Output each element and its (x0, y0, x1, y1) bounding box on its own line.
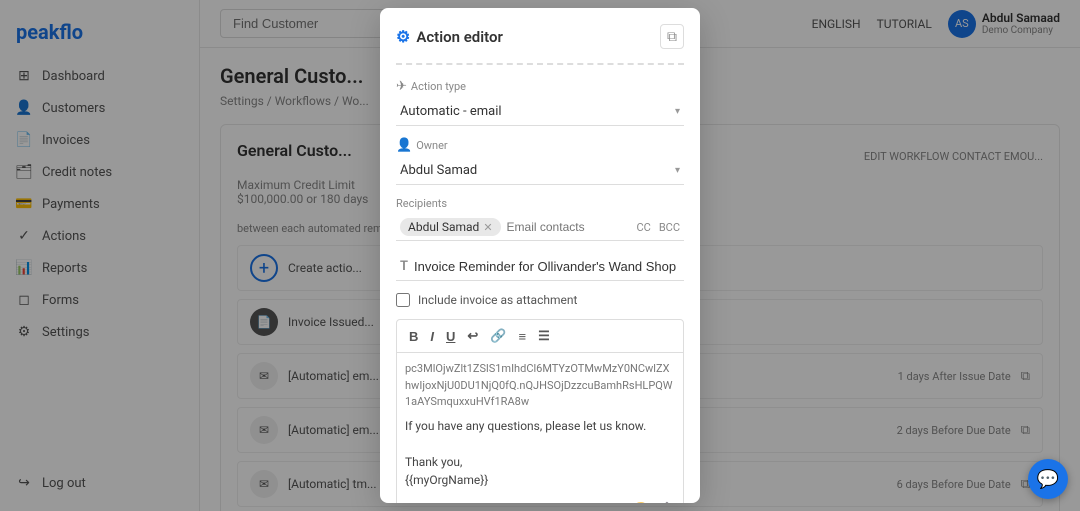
owner-value: Abdul Samad (400, 163, 477, 178)
editor-line1: If you have any questions, please let us… (405, 417, 675, 435)
editor-toolbar: B I U ↩ 🔗 ≡ ☰ (397, 320, 683, 353)
modal-header: ⚙ Action editor ⧉ (396, 24, 684, 49)
editor-footer: 😀 🤖 (397, 497, 683, 504)
email-editor: B I U ↩ 🔗 ≡ ☰ pc3MlOjwZlt1ZSlS1mIhdCl6MT… (396, 319, 684, 503)
chat-button[interactable]: 💬 (1028, 459, 1068, 499)
editor-body[interactable]: pc3MlOjwZlt1ZSlS1mIhdCl6MTYzOTMwMzY0NCwl… (397, 353, 683, 497)
recipients-group: Recipients Abdul Samad ✕ CC BCC (396, 197, 684, 241)
attachment-checkbox-row: Include invoice as attachment (396, 293, 684, 307)
bcc-button[interactable]: BCC (659, 221, 680, 234)
gif-button[interactable]: 🤖 (657, 501, 677, 504)
recipient-tag-label: Abdul Samad (408, 220, 479, 234)
modal-title-text: Action editor (416, 28, 503, 46)
editor-line3: {{myOrgName}} (405, 471, 675, 489)
ordered-list-button[interactable]: ☰ (534, 326, 554, 346)
bold-button[interactable]: B (405, 327, 422, 346)
recipients-label-text: Recipients (396, 197, 447, 210)
unordered-list-button[interactable]: ≡ (515, 327, 531, 346)
owner-select[interactable]: Abdul Samad ▾ (396, 157, 684, 185)
chevron-down-icon: ▾ (675, 165, 680, 176)
italic-button[interactable]: I (426, 327, 438, 346)
modal-title: ⚙ Action editor (396, 27, 503, 46)
emoji-button[interactable]: 😀 (631, 501, 651, 504)
owner-label: 👤 Owner (396, 138, 684, 153)
subject-input[interactable] (414, 259, 680, 274)
undo-button[interactable]: ↩ (463, 326, 482, 346)
encoded-text: pc3MlOjwZlt1ZSlS1mIhdCl6MTYzOTMwMzY0NCwl… (405, 361, 675, 411)
link-button[interactable]: 🔗 (486, 326, 510, 346)
cc-bcc-area: CC BCC (636, 221, 680, 234)
editor-line2: Thank you, (405, 453, 675, 471)
subject-row: T (396, 253, 684, 281)
recipients-row: Abdul Samad ✕ CC BCC (396, 214, 684, 241)
modal-overlay: ⚙ Action editor ⧉ ✈ Action type Automati… (0, 0, 1080, 511)
underline-button[interactable]: U (442, 327, 459, 346)
action-type-label-text: Action type (411, 80, 466, 93)
subject-t-icon: T (400, 259, 408, 274)
action-editor-icon: ⚙ (396, 27, 410, 46)
action-type-value: Automatic - email (400, 104, 502, 119)
owner-group: 👤 Owner Abdul Samad ▾ (396, 138, 684, 185)
owner-label-text: Owner (416, 139, 447, 152)
remove-recipient-btn[interactable]: ✕ (483, 221, 492, 234)
attachment-checkbox[interactable] (396, 293, 410, 307)
cc-button[interactable]: CC (636, 221, 650, 234)
action-editor-modal: ⚙ Action editor ⧉ ✈ Action type Automati… (380, 8, 700, 503)
recipients-label: Recipients (396, 197, 684, 210)
action-type-group: ✈ Action type Automatic - email ▾ (396, 79, 684, 126)
modal-copy-button[interactable]: ⧉ (660, 24, 684, 49)
send-icon: ✈ (396, 79, 407, 94)
recipients-input[interactable] (507, 220, 631, 234)
action-type-select[interactable]: Automatic - email ▾ (396, 98, 684, 126)
chevron-down-icon: ▾ (675, 106, 680, 117)
user-icon: 👤 (396, 138, 412, 153)
recipient-tag: Abdul Samad ✕ (400, 218, 501, 236)
modal-divider (396, 63, 684, 65)
attachment-label: Include invoice as attachment (418, 293, 577, 307)
action-type-label: ✈ Action type (396, 79, 684, 94)
subject-group: T (396, 253, 684, 281)
